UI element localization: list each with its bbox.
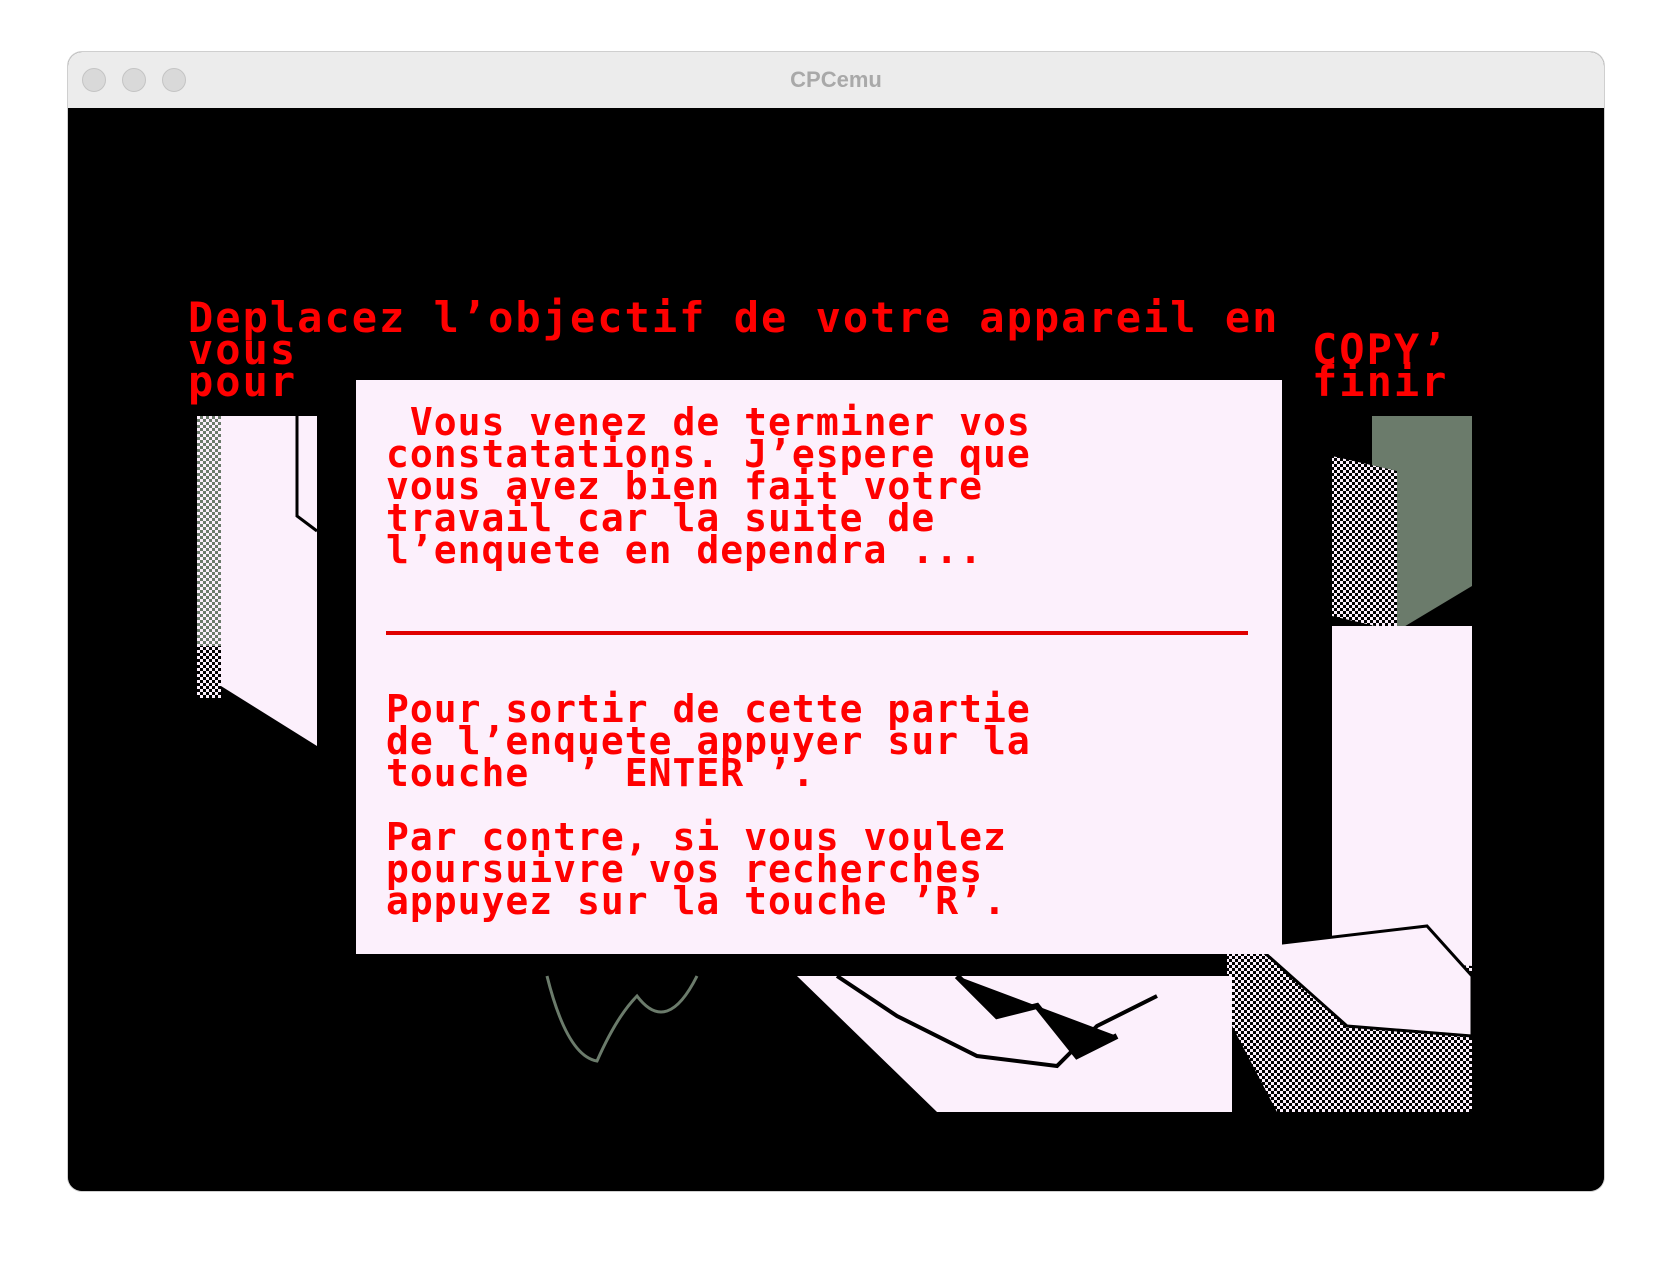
dialog-paragraph-conclusion: Vous venez de terminer vos constatations… — [386, 400, 1031, 572]
emulator-screen[interactable]: Deplacez l’objectif de votre appareil en… — [68, 108, 1604, 1191]
title-bar[interactable]: CPCemu — [68, 52, 1604, 109]
dialog-paragraph-continue: Par contre, si vous voulez poursuivre vo… — [386, 815, 1007, 923]
instruction-line-1: Deplacez l’objectif de votre appareil en — [188, 293, 1280, 342]
window-title: CPCemu — [790, 67, 882, 92]
dialog-paragraph-exit: Pour sortir de cette partie de l’enquete… — [386, 687, 1031, 795]
message-dialog: Vous venez de terminer vos constatations… — [356, 380, 1282, 954]
instruction-line-3-left: pour — [188, 357, 298, 406]
dialog-divider — [386, 631, 1248, 635]
instruction-line-3-right: finir — [1312, 357, 1449, 406]
emulator-window: CPCemu Deplacez l’objectif de votre appa… — [68, 52, 1604, 1191]
